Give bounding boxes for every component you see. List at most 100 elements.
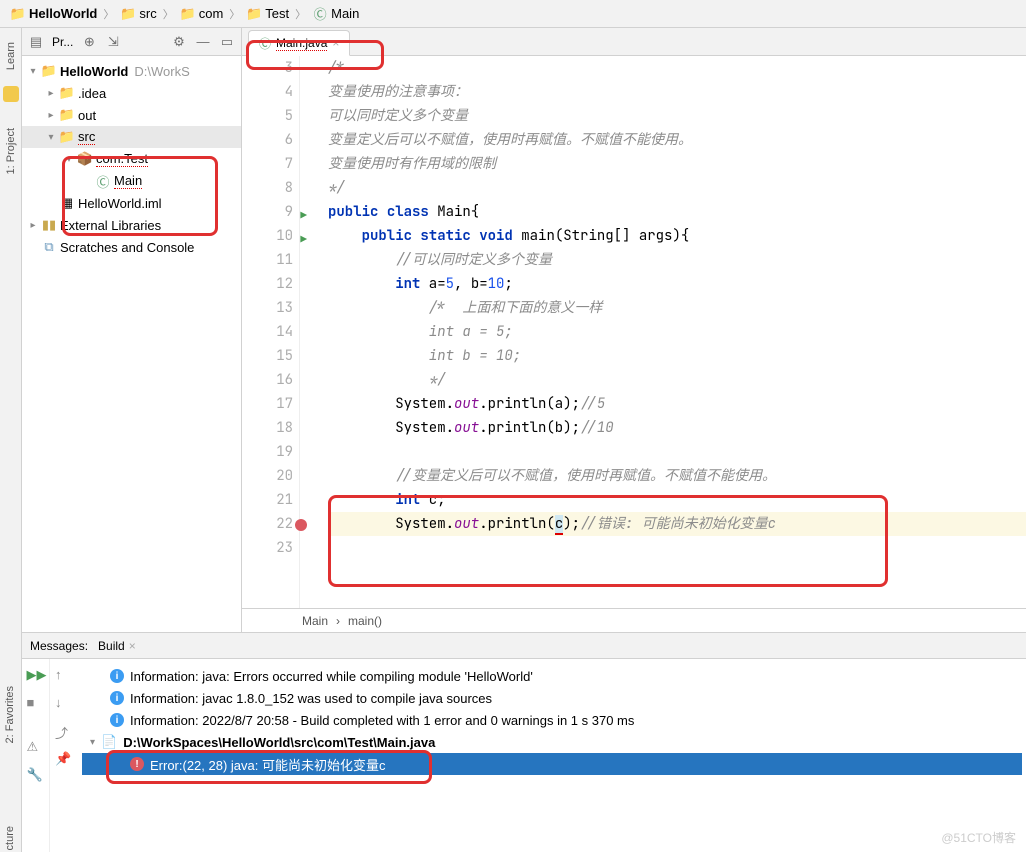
message-row[interactable]: !Error:(22, 28) java: 可能尚未初始化变量c: [82, 753, 1022, 775]
code-line[interactable]: [328, 440, 1026, 464]
info-icon: i: [110, 713, 124, 727]
messages-pane: Messages: Build × ▶▶ ■ ⚠ 🔧 ↑ ↓ ⤴ 📌 iInfo…: [22, 632, 1026, 852]
code-line[interactable]: /* 上面和下面的意义一样: [328, 296, 1026, 320]
messages-title: Messages:: [30, 639, 88, 653]
up-icon[interactable]: ↑: [55, 667, 73, 685]
code-line[interactable]: 可以同时定义多个变量: [328, 104, 1026, 128]
close-icon[interactable]: ×: [129, 639, 136, 653]
code-line[interactable]: //可以同时定义多个变量: [328, 248, 1026, 272]
code-line[interactable]: public class Main{: [328, 200, 1026, 224]
stop-icon[interactable]: ■: [27, 695, 45, 713]
folder-icon: 📁: [58, 85, 76, 101]
sidetab-project[interactable]: 1: Project: [3, 120, 19, 182]
tree-root[interactable]: ▾ 📁 HelloWorld D:\WorkS: [22, 60, 241, 82]
sidetab-learn[interactable]: Learn: [3, 34, 19, 78]
chevron-icon: 〉: [229, 6, 240, 22]
tree-src[interactable]: ▾ 📁 src: [22, 126, 241, 148]
collapse-icon[interactable]: —: [195, 34, 211, 50]
class-icon: Ⓒ: [259, 35, 271, 52]
breadcrumb-item[interactable]: ⒸMain: [308, 4, 363, 24]
folder-icon: 📁: [120, 6, 136, 22]
hide-icon[interactable]: ▭: [219, 34, 235, 50]
messages-toolbar2: ↑ ↓ ⤴ 📌: [50, 659, 78, 852]
wrench-icon[interactable]: 🔧: [27, 767, 45, 785]
code-line[interactable]: int a = 5;: [328, 320, 1026, 344]
editor-pane: Ⓒ Main.java × 3456789▶10▶111213141516171…: [242, 28, 1026, 632]
code-line[interactable]: System.out.println(a);//5: [328, 392, 1026, 416]
side-tabs-left: Learn 1: Project 2: Favorites cture: [0, 28, 22, 852]
export-icon[interactable]: ⤴: [55, 723, 73, 741]
file-tab-label: Main.java: [276, 36, 327, 51]
crumb-method[interactable]: main(): [348, 614, 382, 628]
gear-icon[interactable]: ⚙: [171, 34, 187, 50]
editor-breadcrumb: Main › main(): [242, 608, 1026, 632]
code-line[interactable]: [328, 536, 1026, 560]
tree-idea[interactable]: ▸ 📁 .idea: [22, 82, 241, 104]
info-icon: i: [110, 669, 124, 683]
message-row[interactable]: iInformation: 2022/8/7 20:58 - Build com…: [82, 709, 1022, 731]
message-row[interactable]: iInformation: javac 1.8.0_152 was used t…: [82, 687, 1022, 709]
code-line[interactable]: public static void main(String[] args){: [328, 224, 1026, 248]
tree-main-class[interactable]: Ⓒ Main: [22, 170, 241, 192]
scratches-icon: ⧉: [40, 239, 58, 255]
messages-tab-build[interactable]: Build ×: [98, 639, 136, 653]
gutter: 3456789▶10▶11121314151617181920212223: [242, 56, 300, 608]
folder-icon: 📁: [246, 6, 262, 22]
code-line[interactable]: int b = 10;: [328, 344, 1026, 368]
info-icon: i: [110, 691, 124, 705]
learn-icon: [3, 86, 19, 102]
breadcrumb-item[interactable]: 📁src: [116, 4, 160, 24]
breadcrumb-item[interactable]: 📁Test: [242, 4, 293, 24]
message-row[interactable]: ▾📄D:\WorkSpaces\HelloWorld\src\com\Test\…: [82, 731, 1022, 753]
file-icon: ▦: [58, 195, 76, 211]
code-line[interactable]: int a=5, b=10;: [328, 272, 1026, 296]
code-line[interactable]: */: [328, 176, 1026, 200]
project-icon: 📁: [40, 63, 58, 79]
code-lines[interactable]: /*变量使用的注意事项：可以同时定义多个变量变量定义后可以不赋值，使用时再赋值。…: [316, 56, 1026, 608]
pin-icon[interactable]: 📌: [55, 751, 73, 769]
close-icon[interactable]: ×: [332, 36, 339, 50]
project-view-icon[interactable]: ▤: [28, 34, 44, 50]
main-area: ▤ Pr... ⊕ ⇲ ⚙ — ▭ ▾ 📁 HelloWorld D:\Work…: [22, 28, 1026, 632]
breadcrumb: 📁HelloWorld〉📁src〉📁com〉📁Test〉ⒸMain: [0, 0, 1026, 28]
code-line[interactable]: 变量使用时有作用域的限制: [328, 152, 1026, 176]
project-pane: ▤ Pr... ⊕ ⇲ ⚙ — ▭ ▾ 📁 HelloWorld D:\Work…: [22, 28, 242, 632]
code-line[interactable]: System.out.println(b);//10: [328, 416, 1026, 440]
code-line[interactable]: //变量定义后可以不赋值，使用时再赋值。不赋值不能使用。: [328, 464, 1026, 488]
tree-pkg[interactable]: ▾ 📦 com.Test: [22, 148, 241, 170]
folder-icon: 📁: [180, 6, 196, 22]
message-row[interactable]: iInformation: java: Errors occurred whil…: [82, 665, 1022, 687]
code-editor[interactable]: 3456789▶10▶11121314151617181920212223 /*…: [242, 56, 1026, 608]
src-folder-icon: 📁: [58, 129, 76, 145]
breadcrumb-item[interactable]: 📁HelloWorld: [6, 4, 101, 24]
code-line[interactable]: /*: [328, 56, 1026, 80]
library-icon: ▮▮: [40, 217, 58, 233]
breadcrumb-item[interactable]: 📁com: [176, 4, 228, 24]
rerun-icon[interactable]: ▶▶: [27, 667, 45, 685]
target-icon[interactable]: ⊕: [81, 34, 97, 50]
project-icon: 📁: [10, 6, 26, 22]
sidetab-favorites[interactable]: 2: Favorites: [2, 678, 18, 751]
chevron-icon: 〉: [295, 6, 306, 22]
tree-scratches[interactable]: ⧉ Scratches and Console: [22, 236, 241, 258]
crumb-class[interactable]: Main: [302, 614, 328, 628]
code-line[interactable]: 变量使用的注意事项：: [328, 80, 1026, 104]
tree-out[interactable]: ▸ 📁 out: [22, 104, 241, 126]
messages-header: Messages: Build ×: [22, 633, 1026, 659]
file-tab-main[interactable]: Ⓒ Main.java ×: [248, 30, 350, 56]
code-line[interactable]: int c;: [328, 488, 1026, 512]
tree-ext-lib[interactable]: ▸ ▮▮ External Libraries: [22, 214, 241, 236]
error-icon: !: [130, 757, 144, 771]
code-line[interactable]: System.out.println(c);//错误: 可能尚未初始化变量c: [328, 512, 1026, 536]
down-icon[interactable]: ↓: [55, 695, 73, 713]
project-tree[interactable]: ▾ 📁 HelloWorld D:\WorkS ▸ 📁 .idea ▸ 📁 ou…: [22, 56, 241, 632]
messages-toolbar: ▶▶ ■ ⚠ 🔧: [22, 659, 50, 852]
sidetab-structure[interactable]: cture: [2, 818, 18, 858]
project-pane-header: ▤ Pr... ⊕ ⇲ ⚙ — ▭: [22, 28, 241, 56]
code-line[interactable]: */: [328, 368, 1026, 392]
expand-icon[interactable]: ⇲: [105, 34, 121, 50]
warning-icon[interactable]: ⚠: [27, 739, 45, 757]
messages-body[interactable]: iInformation: java: Errors occurred whil…: [78, 659, 1026, 852]
code-line[interactable]: 变量定义后可以不赋值，使用时再赋值。不赋值不能使用。: [328, 128, 1026, 152]
tree-iml[interactable]: ▦ HelloWorld.iml: [22, 192, 241, 214]
